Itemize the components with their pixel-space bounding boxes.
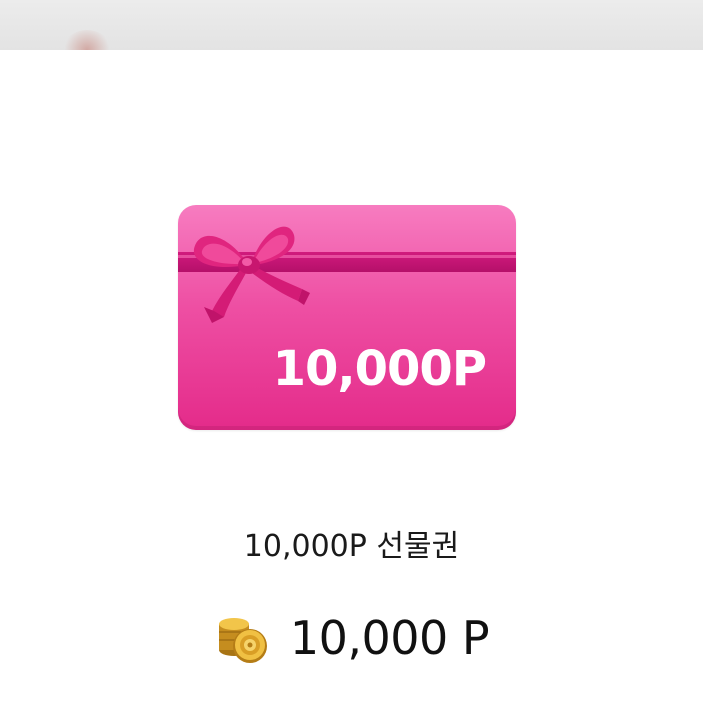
product-title: 10,000P 선물권 — [243, 529, 460, 564]
price-row: 10,000 P — [0, 606, 703, 670]
background-blur — [62, 30, 112, 50]
price-value: 10,000 P — [289, 611, 490, 665]
coin-stack-icon — [218, 618, 267, 663]
gift-card-image: 10,000P — [178, 205, 516, 430]
ribbon-bow-icon — [193, 226, 310, 323]
card-amount-label: 10,000P — [272, 341, 487, 397]
background-content — [0, 0, 703, 50]
